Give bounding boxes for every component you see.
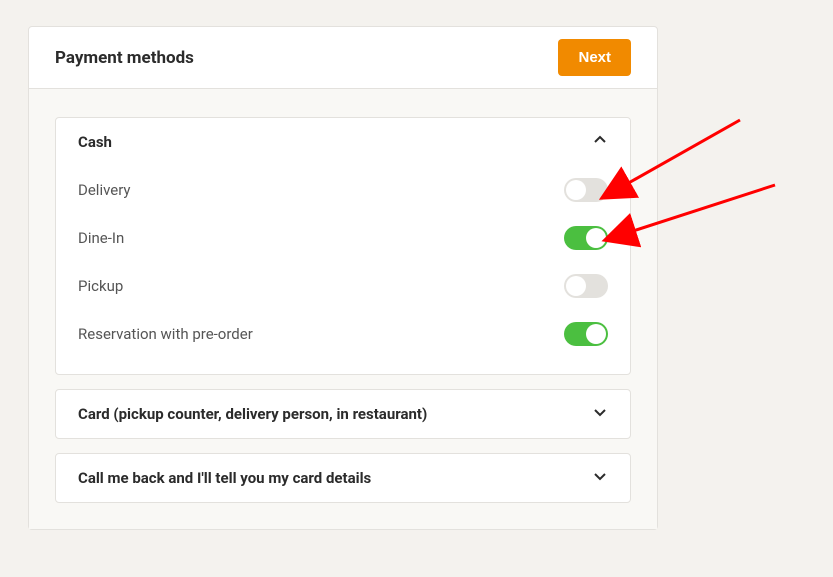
accordion-header-card[interactable]: Card (pickup counter, delivery person, i… xyxy=(56,390,630,438)
accordion: Cash Delivery Dine-In Pickup xyxy=(55,117,631,503)
toggle-knob xyxy=(586,228,606,248)
toggle-label: Pickup xyxy=(78,277,123,295)
chevron-up-icon xyxy=(592,132,608,152)
modal-body: Cash Delivery Dine-In Pickup xyxy=(29,89,657,529)
toggle-row-reservation: Reservation with pre-order xyxy=(78,310,608,358)
accordion-label: Call me back and I'll tell you my card d… xyxy=(78,469,371,487)
toggle-pickup[interactable] xyxy=(564,274,608,298)
toggle-reservation[interactable] xyxy=(564,322,608,346)
accordion-item-cash: Cash Delivery Dine-In Pickup xyxy=(55,117,631,375)
toggle-knob xyxy=(586,324,606,344)
chevron-down-icon xyxy=(592,468,608,488)
toggle-row-delivery: Delivery xyxy=(78,166,608,214)
modal-title: Payment methods xyxy=(55,48,194,68)
toggle-delivery[interactable] xyxy=(564,178,608,202)
toggle-dinein[interactable] xyxy=(564,226,608,250)
toggle-row-dinein: Dine-In xyxy=(78,214,608,262)
next-button[interactable]: Next xyxy=(558,39,631,76)
toggle-knob xyxy=(566,276,586,296)
toggle-knob xyxy=(566,180,586,200)
accordion-item-card: Card (pickup counter, delivery person, i… xyxy=(55,389,631,439)
accordion-header-cash[interactable]: Cash xyxy=(56,118,630,166)
chevron-down-icon xyxy=(592,404,608,424)
toggle-label: Delivery xyxy=(78,181,131,199)
accordion-header-callback[interactable]: Call me back and I'll tell you my card d… xyxy=(56,454,630,502)
toggle-label: Reservation with pre-order xyxy=(78,325,253,343)
toggle-label: Dine-In xyxy=(78,229,124,247)
modal-header: Payment methods Next xyxy=(29,27,657,89)
payment-methods-modal: Payment methods Next Cash Delivery xyxy=(28,26,658,530)
accordion-label: Card (pickup counter, delivery person, i… xyxy=(78,405,427,423)
accordion-body-cash: Delivery Dine-In Pickup Reservation with… xyxy=(56,166,630,374)
accordion-label: Cash xyxy=(78,133,112,151)
toggle-row-pickup: Pickup xyxy=(78,262,608,310)
accordion-item-callback: Call me back and I'll tell you my card d… xyxy=(55,453,631,503)
